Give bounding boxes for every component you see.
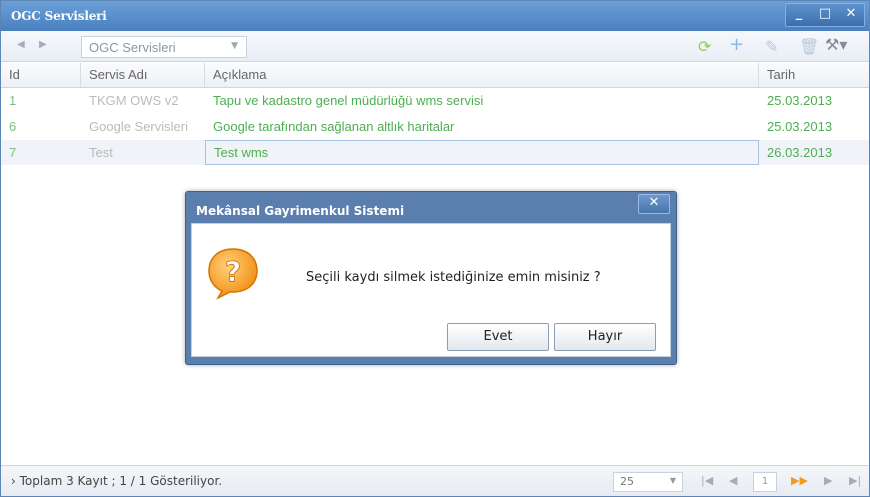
column-header-description[interactable]: Açıklama xyxy=(205,63,759,87)
dialog-close-button[interactable]: ✕ xyxy=(638,194,670,214)
back-arrow-icon[interactable]: ◀ xyxy=(17,39,25,50)
next-page-icon[interactable]: ▶▶ xyxy=(791,474,808,487)
table-row[interactable]: 6 Google Servisleri Google tarafından sa… xyxy=(1,114,869,139)
last-page-icon[interactable]: ▶| xyxy=(849,474,861,487)
cell-date: 25.03.2013 xyxy=(767,119,833,134)
window-controls: _ □ ✕ xyxy=(785,3,865,27)
no-button[interactable]: Hayır xyxy=(554,323,656,351)
column-header-id[interactable]: Id xyxy=(1,63,81,87)
service-combo-value: OGC Servisleri xyxy=(89,40,176,55)
minimize-button[interactable]: _ xyxy=(786,4,812,26)
cell-service-name: Google Servisleri xyxy=(89,119,188,134)
next-page-arrow-icon[interactable]: ▶ xyxy=(824,474,832,487)
cell-description: Test wms xyxy=(205,140,759,165)
page-size-value: 25 xyxy=(620,475,634,488)
refresh-icon[interactable]: ⟳ xyxy=(698,37,711,56)
confirm-dialog: Mekânsal Gayrimenkul Sistemi ✕ ? Seçili … xyxy=(185,191,677,365)
yes-button[interactable]: Evet xyxy=(447,323,549,351)
delete-icon[interactable]: 🗑 xyxy=(799,37,819,56)
dialog-message: Seçili kaydı silmek istediğinize emin mi… xyxy=(306,270,601,285)
window-titlebar[interactable]: OGC Servisleri _ □ ✕ xyxy=(1,1,869,31)
question-icon: ? xyxy=(208,248,258,300)
dialog-body: ? Seçili kaydı silmek istediğinize emin … xyxy=(191,223,671,357)
page-size-select[interactable]: 25 ▼ xyxy=(613,472,683,492)
first-page-icon[interactable]: |◀ xyxy=(701,474,713,487)
toolbar: ◀ ▶ OGC Servisleri ▼ ⟳ + ✎ 🗑 ⚒▾ xyxy=(1,31,869,62)
forward-arrow-icon[interactable]: ▶ xyxy=(39,39,47,50)
cell-id: 7 xyxy=(9,145,17,160)
table-row[interactable]: 1 TKGM OWS v2 Tapu ve kadastro genel müd… xyxy=(1,88,869,113)
column-header-date[interactable]: Tarih xyxy=(759,63,869,87)
svg-text:?: ? xyxy=(225,255,241,288)
maximize-button[interactable]: □ xyxy=(812,4,838,26)
table-row-selected[interactable]: 7 Test Test wms 26.03.2013 xyxy=(1,140,869,165)
add-icon[interactable]: + xyxy=(729,34,744,55)
cell-date: 25.03.2013 xyxy=(767,93,833,108)
column-header-service-name[interactable]: Servis Adı xyxy=(81,63,205,87)
close-button[interactable]: ✕ xyxy=(838,4,864,26)
status-bar: › Toplam 3 Kayıt ; 1 / 1 Gösteriliyor. 2… xyxy=(1,465,869,496)
cell-service-name: TKGM OWS v2 xyxy=(89,93,179,108)
chevron-down-icon: ▼ xyxy=(669,476,676,485)
cell-id: 1 xyxy=(9,93,17,108)
edit-icon[interactable]: ✎ xyxy=(765,37,778,56)
settings-icon[interactable]: ⚒▾ xyxy=(825,35,847,54)
cell-description: Tapu ve kadastro genel müdürlüğü wms ser… xyxy=(213,93,484,108)
ogc-services-window: OGC Servisleri _ □ ✕ ◀ ▶ OGC Servisleri … xyxy=(0,0,870,497)
status-summary: › Toplam 3 Kayıt ; 1 / 1 Gösteriliyor. xyxy=(11,474,223,488)
chevron-down-icon: ▼ xyxy=(231,41,238,51)
page-number-input[interactable]: 1 xyxy=(753,472,777,492)
cell-date: 26.03.2013 xyxy=(767,145,833,160)
status-summary-text: Toplam 3 Kayıt ; 1 / 1 Gösteriliyor. xyxy=(19,474,223,488)
cell-service-name: Test xyxy=(89,145,113,160)
service-combo[interactable]: OGC Servisleri ▼ xyxy=(81,36,247,58)
dialog-title: Mekânsal Gayrimenkul Sistemi xyxy=(196,204,405,218)
cell-description: Google tarafından sağlanan altlık harita… xyxy=(213,119,455,134)
grid-header: Id Servis Adı Açıklama Tarih xyxy=(1,63,869,88)
previous-page-icon[interactable]: ◀ xyxy=(729,474,737,487)
window-title: OGC Servisleri xyxy=(11,9,107,23)
cell-id: 6 xyxy=(9,119,17,134)
